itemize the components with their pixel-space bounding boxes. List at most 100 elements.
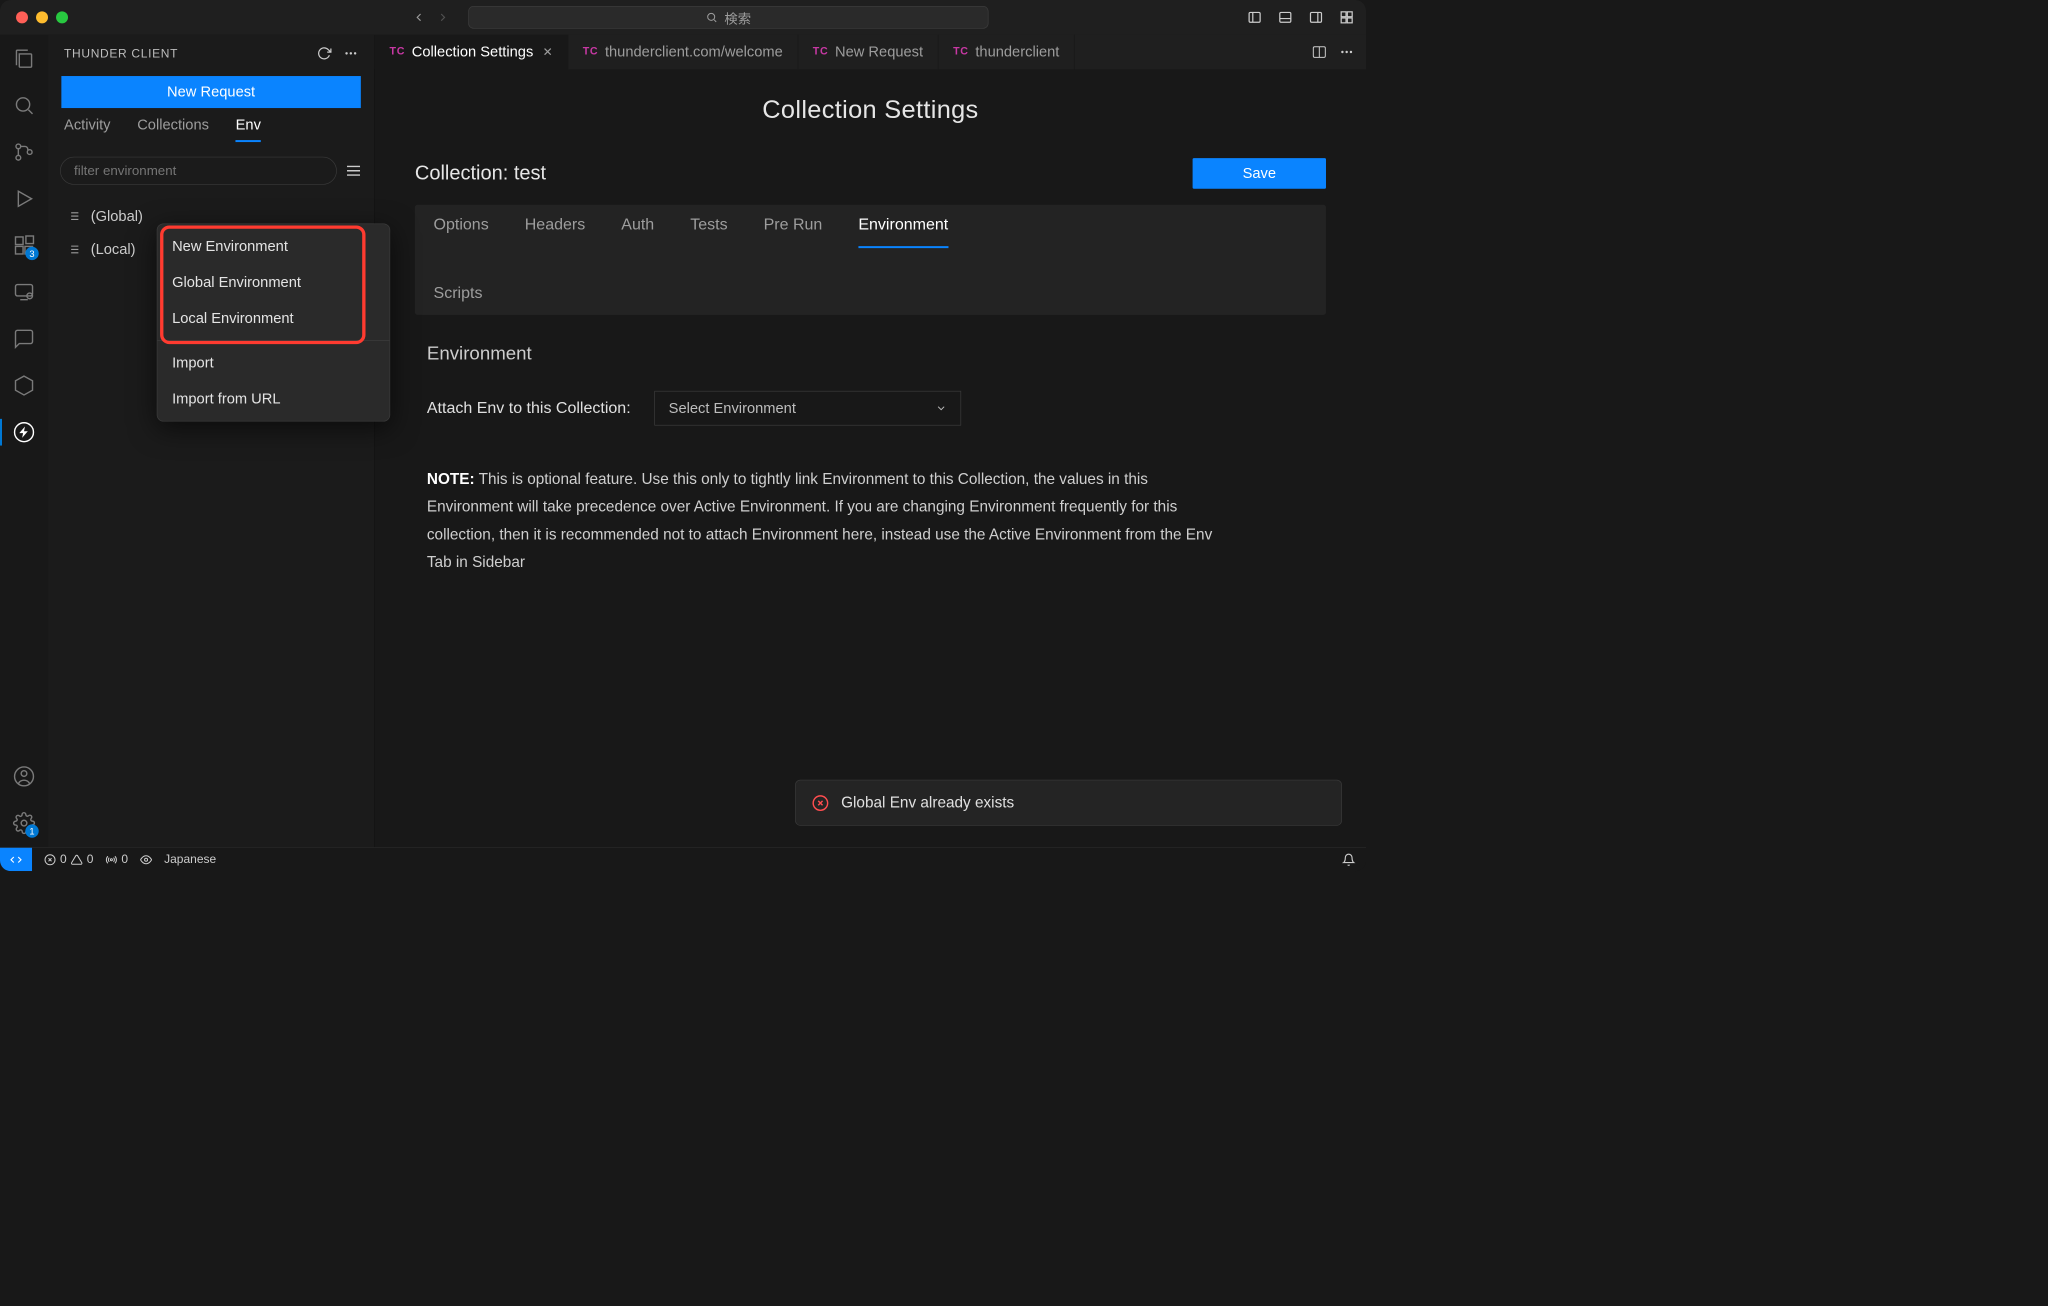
ctx-import[interactable]: Import xyxy=(157,345,389,381)
tc-prefix-icon: TC xyxy=(953,46,969,58)
stab-prerun[interactable]: Pre Run xyxy=(764,215,823,248)
maximize-window-button[interactable] xyxy=(56,11,68,23)
editor-tab-label: Collection Settings xyxy=(412,43,534,60)
select-placeholder: Select Environment xyxy=(669,400,796,417)
run-debug-icon[interactable] xyxy=(11,185,38,212)
tc-prefix-icon: TC xyxy=(813,46,829,58)
editor-area: TC Collection Settings ✕ TC thunderclien… xyxy=(375,35,1366,847)
tc-prefix-icon: TC xyxy=(583,46,599,58)
select-environment-dropdown[interactable]: Select Environment xyxy=(655,391,962,426)
tab-more-icon[interactable] xyxy=(1339,45,1354,60)
tab-collections[interactable]: Collections xyxy=(137,116,209,142)
section-title-environment: Environment xyxy=(427,343,1326,364)
ctx-separator xyxy=(157,340,389,341)
sidebar-title: THUNDER CLIENT xyxy=(64,46,178,60)
editor-tab-thunderclient[interactable]: TC thunderclient xyxy=(938,35,1074,70)
sidebar: THUNDER CLIENT New Request Activity Coll… xyxy=(48,35,375,847)
editor-tab-welcome[interactable]: TC thunderclient.com/welcome xyxy=(568,35,798,70)
editor-tab-label: New Request xyxy=(835,43,923,60)
remote-explorer-icon[interactable] xyxy=(11,279,38,306)
more-icon[interactable] xyxy=(344,46,359,61)
editor-tabstrip: TC Collection Settings ✕ TC thunderclien… xyxy=(375,35,1366,70)
new-request-button[interactable]: New Request xyxy=(61,76,360,108)
tc-prefix-icon: TC xyxy=(390,46,406,58)
status-bar: 0 0 0 Japanese xyxy=(0,847,1366,871)
account-icon[interactable] xyxy=(11,763,38,790)
settings-tabs: Options Headers Auth Tests Pre Run Envir… xyxy=(415,205,1326,315)
titlebar: 検索 xyxy=(0,0,1366,35)
content-area: Collection Settings Collection: test Sav… xyxy=(375,69,1366,847)
stab-auth[interactable]: Auth xyxy=(621,215,654,248)
status-problems[interactable]: 0 0 xyxy=(44,852,93,866)
tab-activity[interactable]: Activity xyxy=(64,116,110,142)
minimize-window-button[interactable] xyxy=(36,11,48,23)
list-icon xyxy=(67,243,82,256)
env-menu-button[interactable] xyxy=(345,162,362,179)
status-warnings-count: 0 xyxy=(87,852,94,866)
nav-back-button[interactable] xyxy=(410,8,429,27)
editor-tab-label: thunderclient xyxy=(975,43,1059,60)
close-tab-icon[interactable]: ✕ xyxy=(543,45,553,59)
ctx-new-environment[interactable]: New Environment xyxy=(157,228,389,264)
extensions-badge: 3 xyxy=(25,247,38,260)
note-label: NOTE: xyxy=(427,470,475,487)
remote-indicator[interactable] xyxy=(0,848,32,871)
stab-environment[interactable]: Environment xyxy=(858,215,948,248)
status-errors-count: 0 xyxy=(60,852,67,866)
env-item-label: (Local) xyxy=(91,241,136,258)
ctx-local-environment[interactable]: Local Environment xyxy=(157,300,389,336)
note-text: NOTE: This is optional feature. Use this… xyxy=(427,466,1227,576)
refresh-icon[interactable] xyxy=(317,46,332,61)
editor-tab-new-request[interactable]: TC New Request xyxy=(798,35,938,70)
comments-icon[interactable] xyxy=(11,325,38,352)
error-circle-icon xyxy=(812,794,829,811)
extensions-icon[interactable]: 3 xyxy=(11,232,38,259)
filter-environment-input[interactable] xyxy=(60,157,337,185)
status-ports-count: 0 xyxy=(121,852,128,866)
status-notifications-icon[interactable] xyxy=(1342,853,1355,866)
hexagon-extension-icon[interactable] xyxy=(11,372,38,399)
settings-badge: 1 xyxy=(25,824,38,837)
attach-env-label: Attach Env to this Collection: xyxy=(427,399,631,418)
status-ports[interactable]: 0 xyxy=(105,852,128,866)
ctx-import-from-url[interactable]: Import from URL xyxy=(157,381,389,417)
thunder-client-icon[interactable] xyxy=(11,419,38,446)
note-body: This is optional feature. Use this only … xyxy=(427,470,1212,570)
save-button[interactable]: Save xyxy=(1193,158,1326,189)
stab-headers[interactable]: Headers xyxy=(525,215,586,248)
window-controls xyxy=(16,11,68,23)
collection-name-label: Collection: test xyxy=(415,162,546,185)
split-editor-icon[interactable] xyxy=(1311,44,1327,60)
activity-bar: 3 1 xyxy=(0,35,48,847)
chevron-down-icon xyxy=(935,402,947,414)
nav-forward-button[interactable] xyxy=(434,8,453,27)
stab-tests[interactable]: Tests xyxy=(690,215,727,248)
ctx-global-environment[interactable]: Global Environment xyxy=(157,264,389,300)
toast-message: Global Env already exists xyxy=(841,794,1014,812)
source-control-icon[interactable] xyxy=(11,139,38,166)
status-language-label: Japanese xyxy=(164,852,216,866)
layout-panel-bottom-icon[interactable] xyxy=(1277,9,1294,26)
layout-sidebar-right-icon[interactable] xyxy=(1307,9,1324,26)
stab-scripts[interactable]: Scripts xyxy=(434,284,483,315)
tab-env[interactable]: Env xyxy=(236,116,261,142)
page-title: Collection Settings xyxy=(415,96,1326,125)
settings-gear-icon[interactable]: 1 xyxy=(11,810,38,837)
stab-options[interactable]: Options xyxy=(434,215,489,248)
layout-sidebar-left-icon[interactable] xyxy=(1246,9,1263,26)
search-placeholder: 検索 xyxy=(724,8,751,27)
env-item-label: (Global) xyxy=(91,207,143,224)
search-icon xyxy=(706,11,718,23)
command-center-search[interactable]: 検索 xyxy=(468,6,988,29)
status-live-preview[interactable] xyxy=(140,853,152,865)
thunderclient-tabs: Activity Collections Env xyxy=(48,116,374,142)
status-language[interactable]: Japanese xyxy=(164,852,216,866)
editor-tab-label: thunderclient.com/welcome xyxy=(605,43,783,60)
customize-layout-icon[interactable] xyxy=(1338,9,1355,26)
editor-tab-collection-settings[interactable]: TC Collection Settings ✕ xyxy=(375,35,568,70)
close-window-button[interactable] xyxy=(16,11,28,23)
explorer-icon[interactable] xyxy=(11,45,38,72)
error-toast: Global Env already exists xyxy=(795,780,1342,826)
search-activity-icon[interactable] xyxy=(11,92,38,119)
list-icon xyxy=(67,209,82,222)
